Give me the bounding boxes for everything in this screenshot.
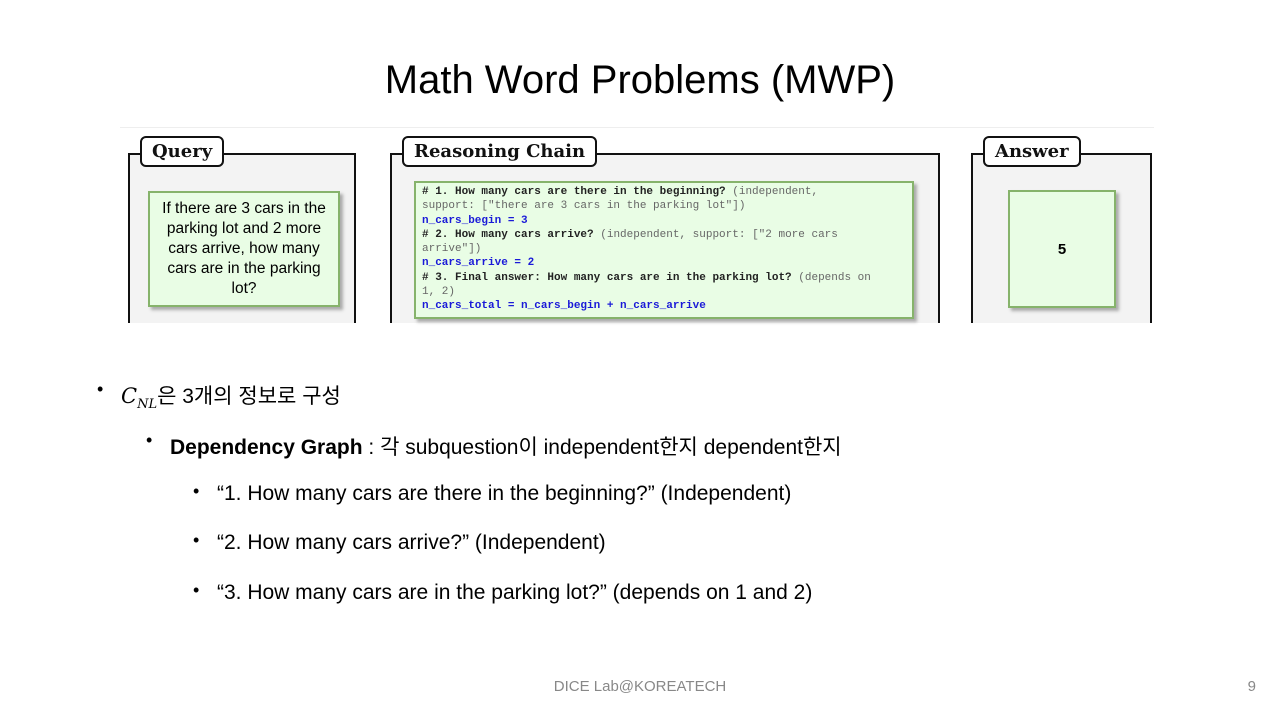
page-number: 9 — [1247, 678, 1256, 695]
bullet-cnl: • CNL은 3개의 정보로 구성 — [97, 379, 341, 413]
bullet-dot: • — [146, 430, 153, 450]
query-panel: Query If there are 3 cars in the parking… — [128, 136, 356, 323]
code-line: # 1. How many cars are there in the begi… — [422, 185, 906, 199]
answer-value: 5 — [1008, 190, 1116, 308]
query-label: Query — [140, 136, 225, 167]
bullet-bold-text: Dependency Graph — [170, 436, 363, 459]
query-text: If there are 3 cars in the parking lot a… — [148, 191, 340, 307]
cnl-subscript: NL — [137, 397, 158, 413]
bullet-text: 은 3개의 정보로 구성 — [157, 385, 341, 408]
code-statement: n_cars_begin = 3 — [422, 214, 528, 227]
code-line: # 2. How many cars arrive? (independent,… — [422, 228, 906, 242]
bullet-text: “2. How many cars arrive?” (Independent) — [217, 531, 606, 554]
mwp-figure: Query If there are 3 cars in the parking… — [120, 127, 1154, 323]
bullet-text: “3. How many cars are in the parking lot… — [217, 581, 813, 604]
code-statement: n_cars_total = n_cars_begin + n_cars_arr… — [422, 300, 706, 313]
code-annotation: 1, 2) — [422, 286, 456, 299]
code-comment: # 3. Final answer: How many cars are in … — [422, 271, 792, 284]
code-annotation: (depends on — [791, 271, 871, 284]
answer-label: Answer — [983, 136, 1081, 167]
bullet-dot: • — [193, 481, 200, 501]
reasoning-chain-code: # 1. How many cars are there in the begi… — [414, 181, 914, 319]
bullet-dot: • — [193, 580, 200, 600]
code-annotation: arrive"]) — [422, 243, 482, 256]
bullet-text: “1. How many cars are there in the begin… — [217, 482, 792, 505]
code-annotation: (independent, support: ["2 more cars — [593, 228, 838, 241]
bullet-text: : 각 subquestion이 independent한지 dependent… — [362, 436, 842, 459]
code-comment: # 1. How many cars are there in the begi… — [422, 186, 726, 198]
code-line: arrive"]) — [422, 242, 906, 256]
reasoning-chain-label: Reasoning Chain — [402, 136, 598, 167]
bullet-subquestion-3: • “3. How many cars are in the parking lo… — [193, 580, 813, 605]
reasoning-chain-panel: Reasoning Chain # 1. How many cars are t… — [390, 136, 940, 323]
slide-title: Math Word Problems (MWP) — [384, 58, 896, 102]
code-line: n_cars_arrive = 2 — [422, 256, 906, 270]
bullet-dependency-graph: • Dependency Graph : 각 subquestion이 inde… — [146, 430, 842, 461]
bullet-dot: • — [97, 379, 104, 399]
code-annotation: support: ["there are 3 cars in the parki… — [422, 200, 746, 213]
answer-panel: Answer 5 — [971, 136, 1152, 323]
footer-text: DICE Lab@KOREATECH — [553, 678, 727, 695]
cnl-symbol: C — [121, 384, 138, 408]
code-annotation: (independent, — [725, 186, 819, 198]
code-statement: n_cars_arrive = 2 — [422, 257, 535, 270]
bullet-dot: • — [193, 530, 200, 550]
bullet-subquestion-2: • “2. How many cars arrive?” (Independent… — [193, 530, 606, 555]
code-line: 1, 2) — [422, 285, 906, 299]
bullet-subquestion-1: • “1. How many cars are there in the begi… — [193, 481, 792, 506]
code-line: support: ["there are 3 cars in the parki… — [422, 199, 906, 213]
code-line: n_cars_total = n_cars_begin + n_cars_arr… — [422, 299, 906, 313]
code-comment: # 2. How many cars arrive? — [422, 228, 594, 241]
code-line: # 3. Final answer: How many cars are in … — [422, 271, 906, 285]
code-line: n_cars_begin = 3 — [422, 214, 906, 228]
